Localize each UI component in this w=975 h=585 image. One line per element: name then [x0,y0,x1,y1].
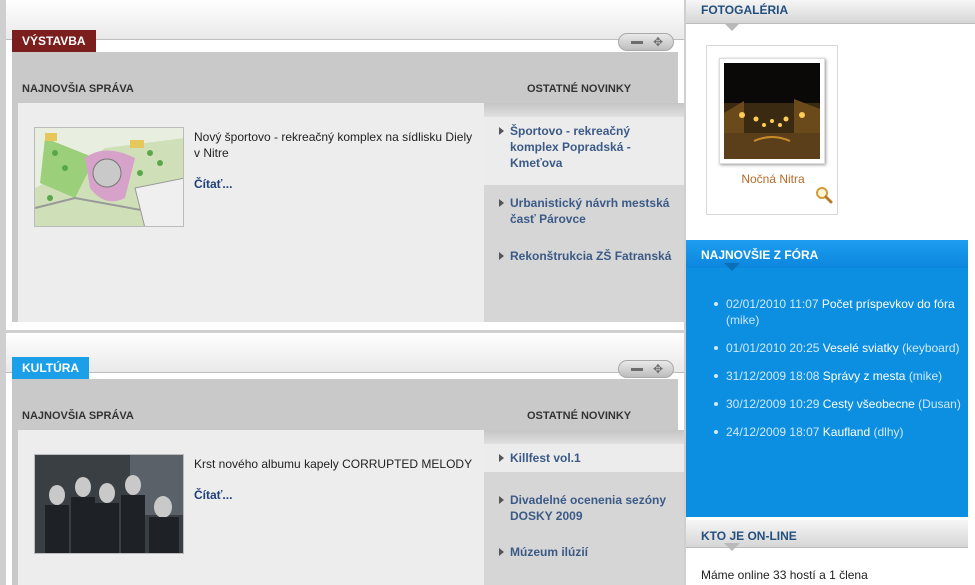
forum-title: NAJNOVŠIE Z FÓRA [701,248,819,262]
forum-title-link[interactable]: Veselé sviatky [823,341,899,355]
list-item-label[interactable]: Divadelné ocenenia sezóny DOSKY 2009 [510,493,666,523]
module-header [6,333,684,373]
list-item[interactable]: Športovo - rekreačný komplex Popradská -… [484,117,684,185]
other-news-strip [484,430,684,444]
forum-item[interactable]: 30/12/2009 10:29 Cesty všeobecne (Dusan) [714,396,966,412]
list-item-label[interactable]: Urbanistický návrh mestská časť Párovce [510,196,669,226]
night-city-image[interactable] [724,63,820,159]
forum-date: 31/12/2009 18:08 [726,369,820,383]
other-news-heading: OSTATNÉ NOVINKY [527,410,632,422]
forum-title-link[interactable]: Cesty všeobecne [823,397,915,411]
forum-title-link[interactable]: Správy z mesta [823,369,906,383]
photo-gallery: Nočná Nitra [706,45,838,215]
latest-news-heading: NAJNOVŠIA SPRÁVA [22,410,134,422]
other-news-strip [484,103,684,117]
list-item[interactable]: Killfest vol.1 [484,444,684,472]
category-tag-kultura[interactable]: KULTÚRA [12,357,90,385]
list-item-label[interactable]: Rekonštrukcia ZŠ Fatranská [510,249,671,263]
other-news-list: Killfest vol.1 Divadelné ocenenia sezóny… [484,444,684,585]
latest-news: Nový športovo - rekreačný komplex na síd… [18,103,484,322]
forum-user: (mike) [908,369,943,383]
forum-title-link[interactable]: Počet príspevkov do fóra [822,297,955,311]
forum-user: (mike) [726,313,760,327]
triangle-bullet-icon [499,454,504,462]
list-item[interactable]: Divadelné ocenenia sezóny DOSKY 2009 [484,486,684,530]
module-body: NAJNOVŠIA SPRÁVA OSTATNÉ NOVINKY Nový šp… [12,52,684,322]
forum-item[interactable]: 02/01/2010 11:07 Počet príspevkov do fór… [714,296,966,328]
forum-user: (dlhy) [873,425,904,439]
triangle-bullet-icon [499,548,504,556]
online-status: Máme online 33 hostí a 1 člena [701,568,868,582]
list-item[interactable]: Múzeum ilúzií [484,538,684,566]
move-icon[interactable]: ✥ [651,362,665,376]
forum-date: 24/12/2009 18:07 [726,425,820,439]
forum-item[interactable]: 31/12/2009 18:08 Správy z mesta (mike) [714,368,966,384]
news-title[interactable]: Nový športovo - rekreačný komplex na síd… [194,129,474,161]
list-item-label[interactable]: Športovo - rekreačný komplex Popradská -… [510,124,631,170]
list-item-label[interactable]: Killfest vol.1 [510,451,581,465]
forum-title-link[interactable]: Kaufland [823,425,870,439]
module-body: NAJNOVŠIA SPRÁVA OSTATNÉ NOVINKY Krst no… [12,379,684,585]
gallery-header: FOTOGALÉRIA [686,0,975,31]
news-thumbnail[interactable] [34,454,184,554]
triangle-bullet-icon [499,127,504,135]
triangle-bullet-icon [499,199,504,207]
module-header [6,0,684,40]
forum-date: 02/01/2010 11:07 [726,297,819,311]
triangle-bullet-icon [499,496,504,504]
list-item[interactable]: Rekonštrukcia ZŠ Fatranská [484,242,684,270]
move-icon[interactable]: ✥ [651,35,665,49]
module-controls: ✥ [618,33,674,51]
read-more-link[interactable]: Čítať... [194,177,232,191]
online-title: KTO JE ON-LINE [701,529,797,543]
other-news-heading: OSTATNÉ NOVINKY [527,83,632,95]
photo-caption[interactable]: Nočná Nitra [707,172,839,186]
forum-list: 02/01/2010 11:07 Počet príspevkov do fór… [714,296,966,452]
kultura-module: KULTÚRA ✥ NAJNOVŠIA SPRÁVA OSTATNÉ NOVIN… [6,333,684,585]
category-tag-vystavba[interactable]: VÝSTAVBA [12,30,96,58]
read-more-link[interactable]: Čítať... [194,488,232,502]
magnifier-icon[interactable] [815,186,833,204]
list-item-label[interactable]: Múzeum ilúzií [510,545,588,559]
news-thumbnail[interactable] [34,127,184,227]
latest-news-heading: NAJNOVŠIA SPRÁVA [22,83,134,95]
forum-date: 30/12/2009 10:29 [726,397,820,411]
news-title[interactable]: Krst nového albumu kapely CORRUPTED MELO… [194,456,474,472]
other-news-list: Športovo - rekreačný komplex Popradská -… [484,117,684,322]
minus-icon[interactable] [631,368,643,371]
forum-header: NAJNOVŠIE Z FÓRA [686,240,968,271]
gallery-title: FOTOGALÉRIA [701,3,789,17]
forum-item[interactable]: 01/01/2010 20:25 Veselé sviatky (keyboar… [714,340,966,356]
forum-date: 01/01/2010 20:25 [726,341,820,355]
gallery-photo[interactable] [719,58,825,164]
forum-item[interactable]: 24/12/2009 18:07 Kaufland (dlhy) [714,424,966,440]
online-header: KTO JE ON-LINE [686,520,968,551]
forum-panel: NAJNOVŠIE Z FÓRA 02/01/2010 11:07 Počet … [686,240,968,517]
module-controls: ✥ [618,360,674,378]
vystavba-module: VÝSTAVBA ✥ NAJNOVŠIA SPRÁVA OSTATNÉ NOVI… [6,0,684,330]
triangle-bullet-icon [499,252,504,260]
minus-icon[interactable] [631,41,643,44]
latest-news: Krst nového albumu kapely CORRUPTED MELO… [18,430,484,585]
list-item[interactable]: Urbanistický návrh mestská časť Párovce [484,189,684,233]
forum-user: (Dusan) [918,397,961,411]
forum-user: (keyboard) [902,341,960,355]
